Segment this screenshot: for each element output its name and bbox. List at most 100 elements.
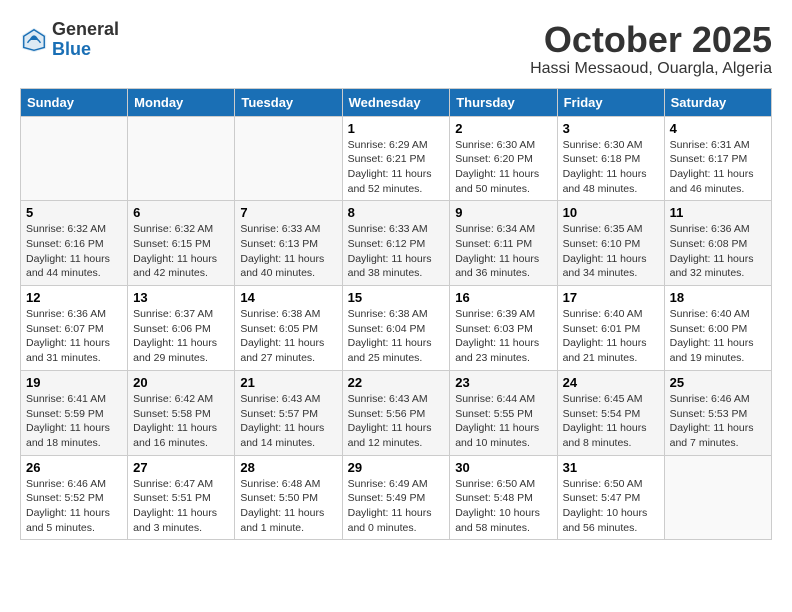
day-number: 10 <box>563 205 659 220</box>
day-info: Sunrise: 6:32 AMSunset: 6:16 PMDaylight:… <box>26 223 110 279</box>
day-cell <box>128 116 235 201</box>
logo: General Blue <box>20 20 119 60</box>
day-info: Sunrise: 6:30 AMSunset: 6:18 PMDaylight:… <box>563 139 647 195</box>
day-number: 24 <box>563 375 659 390</box>
logo-icon <box>20 26 48 54</box>
day-number: 5 <box>26 205 122 220</box>
day-cell: 9 Sunrise: 6:34 AMSunset: 6:11 PMDayligh… <box>450 201 557 286</box>
day-number: 15 <box>348 290 445 305</box>
day-cell: 3 Sunrise: 6:30 AMSunset: 6:18 PMDayligh… <box>557 116 664 201</box>
day-info: Sunrise: 6:37 AMSunset: 6:06 PMDaylight:… <box>133 308 217 364</box>
day-cell: 22 Sunrise: 6:43 AMSunset: 5:56 PMDaylig… <box>342 370 450 455</box>
day-number: 6 <box>133 205 229 220</box>
day-number: 14 <box>240 290 336 305</box>
day-cell: 2 Sunrise: 6:30 AMSunset: 6:20 PMDayligh… <box>450 116 557 201</box>
day-info: Sunrise: 6:31 AMSunset: 6:17 PMDaylight:… <box>670 139 754 195</box>
day-cell: 26 Sunrise: 6:46 AMSunset: 5:52 PMDaylig… <box>21 455 128 540</box>
day-number: 16 <box>455 290 551 305</box>
month-title: October 2025 <box>530 20 772 60</box>
day-cell: 14 Sunrise: 6:38 AMSunset: 6:05 PMDaylig… <box>235 286 342 371</box>
weekday-header-friday: Friday <box>557 88 664 116</box>
weekday-header-sunday: Sunday <box>21 88 128 116</box>
day-info: Sunrise: 6:41 AMSunset: 5:59 PMDaylight:… <box>26 393 110 449</box>
day-cell: 31 Sunrise: 6:50 AMSunset: 5:47 PMDaylig… <box>557 455 664 540</box>
day-number: 19 <box>26 375 122 390</box>
day-cell: 21 Sunrise: 6:43 AMSunset: 5:57 PMDaylig… <box>235 370 342 455</box>
week-row-4: 19 Sunrise: 6:41 AMSunset: 5:59 PMDaylig… <box>21 370 772 455</box>
day-cell: 20 Sunrise: 6:42 AMSunset: 5:58 PMDaylig… <box>128 370 235 455</box>
day-info: Sunrise: 6:46 AMSunset: 5:53 PMDaylight:… <box>670 393 754 449</box>
day-info: Sunrise: 6:38 AMSunset: 6:05 PMDaylight:… <box>240 308 324 364</box>
location: Hassi Messaoud, Ouargla, Algeria <box>530 60 772 78</box>
weekday-header-monday: Monday <box>128 88 235 116</box>
calendar-table: SundayMondayTuesdayWednesdayThursdayFrid… <box>20 88 772 541</box>
week-row-1: 1 Sunrise: 6:29 AMSunset: 6:21 PMDayligh… <box>21 116 772 201</box>
day-info: Sunrise: 6:36 AMSunset: 6:08 PMDaylight:… <box>670 223 754 279</box>
day-cell: 23 Sunrise: 6:44 AMSunset: 5:55 PMDaylig… <box>450 370 557 455</box>
day-cell: 6 Sunrise: 6:32 AMSunset: 6:15 PMDayligh… <box>128 201 235 286</box>
day-cell: 25 Sunrise: 6:46 AMSunset: 5:53 PMDaylig… <box>664 370 771 455</box>
day-number: 4 <box>670 121 766 136</box>
day-cell: 18 Sunrise: 6:40 AMSunset: 6:00 PMDaylig… <box>664 286 771 371</box>
day-cell: 4 Sunrise: 6:31 AMSunset: 6:17 PMDayligh… <box>664 116 771 201</box>
day-number: 7 <box>240 205 336 220</box>
day-number: 11 <box>670 205 766 220</box>
day-info: Sunrise: 6:46 AMSunset: 5:52 PMDaylight:… <box>26 478 110 534</box>
logo-blue-text: Blue <box>52 39 91 59</box>
day-cell: 15 Sunrise: 6:38 AMSunset: 6:04 PMDaylig… <box>342 286 450 371</box>
day-cell: 7 Sunrise: 6:33 AMSunset: 6:13 PMDayligh… <box>235 201 342 286</box>
weekday-header-saturday: Saturday <box>664 88 771 116</box>
day-info: Sunrise: 6:43 AMSunset: 5:57 PMDaylight:… <box>240 393 324 449</box>
day-number: 21 <box>240 375 336 390</box>
day-cell: 24 Sunrise: 6:45 AMSunset: 5:54 PMDaylig… <box>557 370 664 455</box>
day-number: 13 <box>133 290 229 305</box>
day-info: Sunrise: 6:49 AMSunset: 5:49 PMDaylight:… <box>348 478 432 534</box>
day-info: Sunrise: 6:40 AMSunset: 6:01 PMDaylight:… <box>563 308 647 364</box>
day-info: Sunrise: 6:48 AMSunset: 5:50 PMDaylight:… <box>240 478 324 534</box>
day-info: Sunrise: 6:45 AMSunset: 5:54 PMDaylight:… <box>563 393 647 449</box>
day-info: Sunrise: 6:38 AMSunset: 6:04 PMDaylight:… <box>348 308 432 364</box>
day-info: Sunrise: 6:50 AMSunset: 5:48 PMDaylight:… <box>455 478 540 534</box>
day-info: Sunrise: 6:40 AMSunset: 6:00 PMDaylight:… <box>670 308 754 364</box>
day-info: Sunrise: 6:35 AMSunset: 6:10 PMDaylight:… <box>563 223 647 279</box>
day-cell: 11 Sunrise: 6:36 AMSunset: 6:08 PMDaylig… <box>664 201 771 286</box>
day-cell: 1 Sunrise: 6:29 AMSunset: 6:21 PMDayligh… <box>342 116 450 201</box>
day-info: Sunrise: 6:47 AMSunset: 5:51 PMDaylight:… <box>133 478 217 534</box>
day-cell: 16 Sunrise: 6:39 AMSunset: 6:03 PMDaylig… <box>450 286 557 371</box>
logo-general-text: General <box>52 19 119 39</box>
day-number: 2 <box>455 121 551 136</box>
day-number: 31 <box>563 460 659 475</box>
day-number: 8 <box>348 205 445 220</box>
logo-text: General Blue <box>52 20 119 60</box>
day-info: Sunrise: 6:50 AMSunset: 5:47 PMDaylight:… <box>563 478 648 534</box>
day-info: Sunrise: 6:44 AMSunset: 5:55 PMDaylight:… <box>455 393 539 449</box>
day-cell <box>664 455 771 540</box>
day-cell: 27 Sunrise: 6:47 AMSunset: 5:51 PMDaylig… <box>128 455 235 540</box>
day-cell: 8 Sunrise: 6:33 AMSunset: 6:12 PMDayligh… <box>342 201 450 286</box>
day-info: Sunrise: 6:39 AMSunset: 6:03 PMDaylight:… <box>455 308 539 364</box>
day-number: 23 <box>455 375 551 390</box>
day-info: Sunrise: 6:33 AMSunset: 6:12 PMDaylight:… <box>348 223 432 279</box>
day-cell: 5 Sunrise: 6:32 AMSunset: 6:16 PMDayligh… <box>21 201 128 286</box>
day-cell: 28 Sunrise: 6:48 AMSunset: 5:50 PMDaylig… <box>235 455 342 540</box>
weekday-header-wednesday: Wednesday <box>342 88 450 116</box>
day-number: 22 <box>348 375 445 390</box>
day-info: Sunrise: 6:42 AMSunset: 5:58 PMDaylight:… <box>133 393 217 449</box>
day-number: 9 <box>455 205 551 220</box>
day-cell: 17 Sunrise: 6:40 AMSunset: 6:01 PMDaylig… <box>557 286 664 371</box>
day-number: 28 <box>240 460 336 475</box>
day-info: Sunrise: 6:30 AMSunset: 6:20 PMDaylight:… <box>455 139 539 195</box>
page-header: General Blue October 2025 Hassi Messaoud… <box>20 20 772 78</box>
day-number: 18 <box>670 290 766 305</box>
day-number: 25 <box>670 375 766 390</box>
day-number: 1 <box>348 121 445 136</box>
day-info: Sunrise: 6:33 AMSunset: 6:13 PMDaylight:… <box>240 223 324 279</box>
day-number: 17 <box>563 290 659 305</box>
day-info: Sunrise: 6:43 AMSunset: 5:56 PMDaylight:… <box>348 393 432 449</box>
weekday-header-row: SundayMondayTuesdayWednesdayThursdayFrid… <box>21 88 772 116</box>
day-number: 3 <box>563 121 659 136</box>
day-info: Sunrise: 6:36 AMSunset: 6:07 PMDaylight:… <box>26 308 110 364</box>
day-info: Sunrise: 6:34 AMSunset: 6:11 PMDaylight:… <box>455 223 539 279</box>
day-number: 12 <box>26 290 122 305</box>
day-number: 30 <box>455 460 551 475</box>
